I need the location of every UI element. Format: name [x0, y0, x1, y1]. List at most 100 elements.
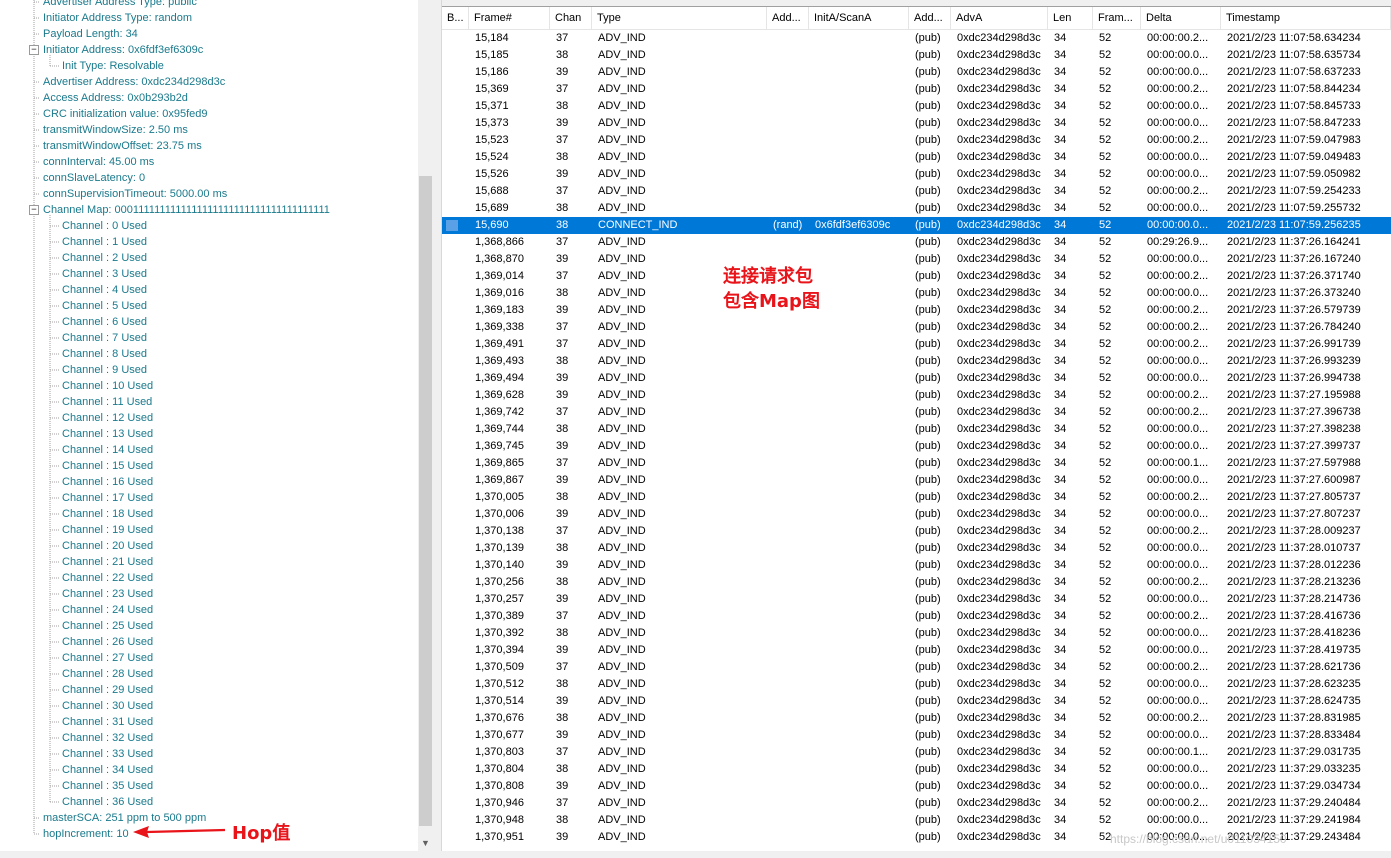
column-header[interactable]: Add...	[767, 7, 809, 29]
tree-node[interactable]: Channel : 29 Used	[62, 682, 153, 698]
tree-node[interactable]: Channel : 15 Used	[62, 458, 153, 474]
column-header[interactable]: InitA/ScanA	[809, 7, 909, 29]
tree-node[interactable]: hopIncrement: 10	[43, 826, 129, 842]
tree-node[interactable]: Channel : 12 Used	[62, 410, 153, 426]
tree-node[interactable]: Initiator Address: 0x6fdf3ef6309c	[43, 42, 203, 58]
table-row[interactable]: 15,369 37 ADV_IND (pub) 0xdc234d298d3c 34 52 00…	[442, 81, 1391, 98]
tree-node[interactable]: Channel : 18 Used	[62, 506, 153, 522]
table-row[interactable]: 1,370,005 38 ADV_IND (pub) 0xdc234d298d3c 34 5…	[442, 489, 1391, 506]
table-row[interactable]: 1,369,745 39 ADV_IND (pub) 0xdc234d298d3c 34 5…	[442, 438, 1391, 455]
table-row[interactable]: 1,370,514 39 ADV_IND (pub) 0xdc234d298d3c 34 5…	[442, 693, 1391, 710]
tree-node[interactable]: Channel : 5 Used	[62, 298, 147, 314]
table-row[interactable]: 1,369,867 39 ADV_IND (pub) 0xdc234d298d3c 34 5…	[442, 472, 1391, 489]
table-row[interactable]: 1,370,948 38 ADV_IND (pub) 0xdc234d298d3c 34 5…	[442, 812, 1391, 829]
tree-node[interactable]: Channel : 16 Used	[62, 474, 153, 490]
tree-node[interactable]: Channel : 7 Used	[62, 330, 147, 346]
column-header[interactable]: Timestamp	[1221, 7, 1391, 29]
table-row[interactable]: 15,689 38 ADV_IND (pub) 0xdc234d298d3c 34 52 00…	[442, 200, 1391, 217]
tree-node[interactable]: Channel : 34 Used	[62, 762, 153, 778]
tree-node[interactable]: Advertiser Address: 0xdc234d298d3c	[43, 74, 225, 90]
tree-node[interactable]: Channel : 6 Used	[62, 314, 147, 330]
tree-node[interactable]: Channel : 20 Used	[62, 538, 153, 554]
tree-node[interactable]: Init Type: Resolvable	[62, 58, 164, 74]
table-row[interactable]: 1,368,870 39 ADV_IND (pub) 0xdc234d298d3c 34 5…	[442, 251, 1391, 268]
tree-node[interactable]: Channel : 22 Used	[62, 570, 153, 586]
tree-node[interactable]: Channel : 10 Used	[62, 378, 153, 394]
column-header[interactable]: Delta	[1141, 7, 1221, 29]
table-row[interactable]: 15,185 38 ADV_IND (pub) 0xdc234d298d3c 34 52 00…	[442, 47, 1391, 64]
table-row[interactable]: 15,373 39 ADV_IND (pub) 0xdc234d298d3c 34 52 00…	[442, 115, 1391, 132]
table-row[interactable]: 1,370,138 37 ADV_IND (pub) 0xdc234d298d3c 34 5…	[442, 523, 1391, 540]
table-row[interactable]: 1,370,512 38 ADV_IND (pub) 0xdc234d298d3c 34 5…	[442, 676, 1391, 693]
table-row[interactable]: 1,370,257 39 ADV_IND (pub) 0xdc234d298d3c 34 5…	[442, 591, 1391, 608]
tree-node[interactable]: Channel : 35 Used	[62, 778, 153, 794]
table-row[interactable]: 15,184 37 ADV_IND (pub) 0xdc234d298d3c 34 52 00…	[442, 30, 1391, 47]
table-row[interactable]: 1,370,394 39 ADV_IND (pub) 0xdc234d298d3c 34 5…	[442, 642, 1391, 659]
tree-node[interactable]: Channel : 13 Used	[62, 426, 153, 442]
pane-splitter[interactable]	[433, 0, 442, 858]
table-row[interactable]: 15,688 37 ADV_IND (pub) 0xdc234d298d3c 34 52 00…	[442, 183, 1391, 200]
table-row[interactable]: 1,369,338 37 ADV_IND (pub) 0xdc234d298d3c 34 5…	[442, 319, 1391, 336]
tree-node[interactable]: Channel : 17 Used	[62, 490, 153, 506]
table-row[interactable]: 1,370,946 37 ADV_IND (pub) 0xdc234d298d3c 34 5…	[442, 795, 1391, 812]
table-row[interactable]: 1,369,016 38 ADV_IND (pub) 0xdc234d298d3c 34 5…	[442, 285, 1391, 302]
tree-node[interactable]: Channel : 21 Used	[62, 554, 153, 570]
tree-node[interactable]: Channel : 28 Used	[62, 666, 153, 682]
tree-node[interactable]: Channel : 9 Used	[62, 362, 147, 378]
tree-node[interactable]: transmitWindowOffset: 23.75 ms	[43, 138, 202, 154]
table-row[interactable]: 1,369,744 38 ADV_IND (pub) 0xdc234d298d3c 34 5…	[442, 421, 1391, 438]
table-row[interactable]: 1,370,392 38 ADV_IND (pub) 0xdc234d298d3c 34 5…	[442, 625, 1391, 642]
scrollbar-thumb[interactable]	[419, 176, 432, 826]
column-header[interactable]: Add...	[909, 7, 951, 29]
collapse-toggle-icon[interactable]: −	[29, 205, 39, 215]
table-row[interactable]: 1,369,491 37 ADV_IND (pub) 0xdc234d298d3c 34 5…	[442, 336, 1391, 353]
table-row[interactable]: 1,370,676 38 ADV_IND (pub) 0xdc234d298d3c 34 5…	[442, 710, 1391, 727]
table-row[interactable]: 1,369,628 39 ADV_IND (pub) 0xdc234d298d3c 34 5…	[442, 387, 1391, 404]
table-row[interactable]: 15,524 38 ADV_IND (pub) 0xdc234d298d3c 34 52 00…	[442, 149, 1391, 166]
tree-node[interactable]: connSlaveLatency: 0	[43, 170, 145, 186]
tree-node[interactable]: Advertiser Address Type: public	[43, 0, 197, 10]
table-row[interactable]: 1,370,808 39 ADV_IND (pub) 0xdc234d298d3c 34 5…	[442, 778, 1391, 795]
column-header[interactable]: AdvA	[951, 7, 1048, 29]
table-row[interactable]: 1,369,865 37 ADV_IND (pub) 0xdc234d298d3c 34 5…	[442, 455, 1391, 472]
table-row[interactable]: 15,371 38 ADV_IND (pub) 0xdc234d298d3c 34 52 00…	[442, 98, 1391, 115]
packet-list-grid[interactable]: B... Frame# Chan Type Add... InitA/ScanA Add..…	[442, 0, 1391, 858]
tree-node[interactable]: Channel : 31 Used	[62, 714, 153, 730]
tree-node[interactable]: Channel : 32 Used	[62, 730, 153, 746]
column-header[interactable]: Fram...	[1093, 7, 1141, 29]
table-row[interactable]: 1,370,140 39 ADV_IND (pub) 0xdc234d298d3c 34 5…	[442, 557, 1391, 574]
table-row[interactable]: 1,369,493 38 ADV_IND (pub) 0xdc234d298d3c 34 5…	[442, 353, 1391, 370]
column-header[interactable]: B...	[442, 7, 469, 29]
table-row[interactable]: 1,370,509 37 ADV_IND (pub) 0xdc234d298d3c 34 5…	[442, 659, 1391, 676]
table-row[interactable]: 1,370,389 37 ADV_IND (pub) 0xdc234d298d3c 34 5…	[442, 608, 1391, 625]
tree-node[interactable]: Channel : 11 Used	[62, 394, 152, 410]
table-row[interactable]: 1,369,014 37 ADV_IND (pub) 0xdc234d298d3c 34 5…	[442, 268, 1391, 285]
tree-node[interactable]: Payload Length: 34	[43, 26, 138, 42]
table-row[interactable]: 1,370,677 39 ADV_IND (pub) 0xdc234d298d3c 34 5…	[442, 727, 1391, 744]
tree-node[interactable]: connInterval: 45.00 ms	[43, 154, 154, 170]
tree-node[interactable]: transmitWindowSize: 2.50 ms	[43, 122, 188, 138]
tree-node[interactable]: Channel : 4 Used	[62, 282, 147, 298]
column-header[interactable]: Type	[592, 7, 767, 29]
tree-node[interactable]: Channel Map: 000111111111111111111111111…	[43, 202, 330, 218]
column-header[interactable]: Frame#	[469, 7, 550, 29]
tree-node[interactable]: Channel : 19 Used	[62, 522, 153, 538]
tree-node[interactable]: Channel : 23 Used	[62, 586, 153, 602]
table-row[interactable]: 1,369,494 39 ADV_IND (pub) 0xdc234d298d3c 34 5…	[442, 370, 1391, 387]
tree-node[interactable]: Channel : 2 Used	[62, 250, 147, 266]
tree-node[interactable]: connSupervisionTimeout: 5000.00 ms	[43, 186, 227, 202]
table-row[interactable]: 1,370,803 37 ADV_IND (pub) 0xdc234d298d3c 34 5…	[442, 744, 1391, 761]
tree-node[interactable]: Channel : 0 Used	[62, 218, 147, 234]
tree-node[interactable]: Access Address: 0x0b293b2d	[43, 90, 188, 106]
tree-node[interactable]: Channel : 27 Used	[62, 650, 153, 666]
scroll-down-arrow-icon[interactable]: ▼	[418, 836, 433, 850]
tree-node[interactable]: Channel : 36 Used	[62, 794, 153, 810]
collapse-toggle-icon[interactable]: −	[29, 45, 39, 55]
packet-detail-tree[interactable]: Advertiser Address Type: public Initiator…	[0, 0, 418, 858]
table-row[interactable]: 1,369,742 37 ADV_IND (pub) 0xdc234d298d3c 34 5…	[442, 404, 1391, 421]
tree-vertical-scrollbar[interactable]: ▼	[418, 0, 433, 858]
table-row[interactable]: 1,369,183 39 ADV_IND (pub) 0xdc234d298d3c 34 5…	[442, 302, 1391, 319]
table-row[interactable]: 1,370,006 39 ADV_IND (pub) 0xdc234d298d3c 34 5…	[442, 506, 1391, 523]
column-header[interactable]: Len	[1048, 7, 1093, 29]
tree-node[interactable]: Channel : 24 Used	[62, 602, 153, 618]
